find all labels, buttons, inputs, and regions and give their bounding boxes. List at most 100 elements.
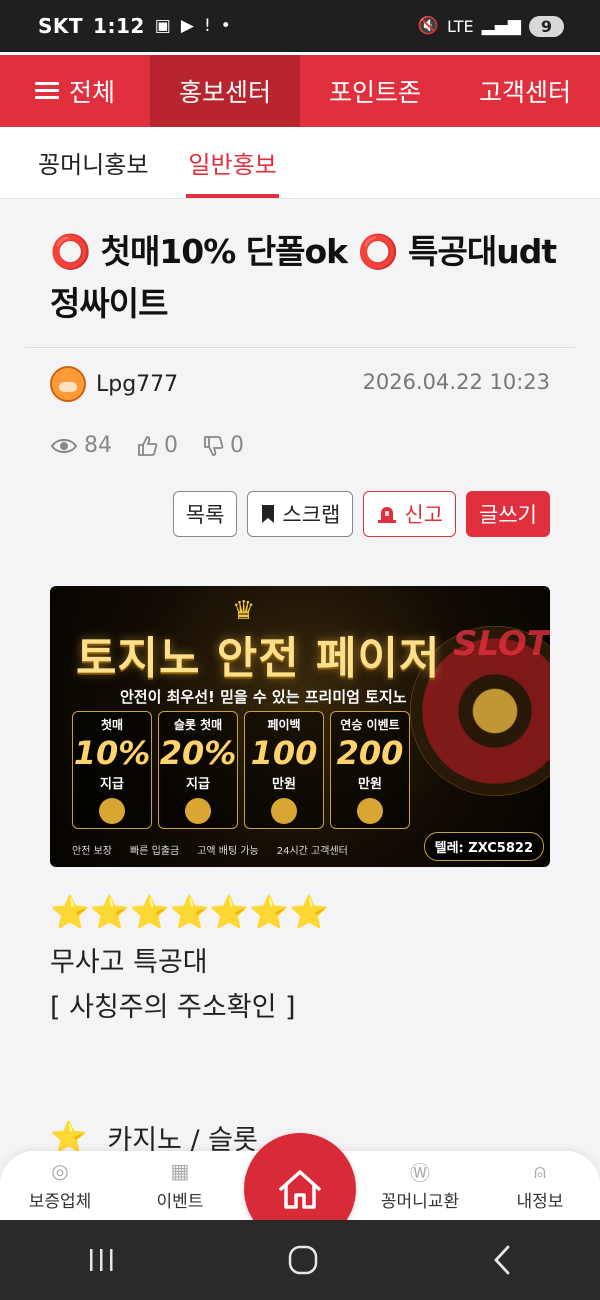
nav-customer-center[interactable]: 고객센터 (450, 55, 600, 127)
tab-money-exchange[interactable]: Ⓦ 꽁머니교환 (360, 1151, 480, 1220)
bookmark-icon (262, 505, 275, 523)
tab-general-promo[interactable]: 일반홍보 (168, 127, 296, 198)
post-title: ⭕ 첫매10% 단폴ok ⭕ 특공대udt 정싸이트 (50, 232, 557, 323)
promo-card-label: 슬롯 첫매 (173, 718, 223, 732)
banner-subtitle: 안전이 최우선! 믿을 수 있는 프리미엄 토지노 (120, 688, 407, 706)
post-stats: 84 0 0 (50, 433, 244, 458)
feature-item: 안전 보장 (72, 846, 112, 857)
badge-icon: ◎ (51, 1159, 69, 1183)
author-info[interactable]: Lpg777 (50, 366, 178, 402)
report-button-label: 신고 (404, 503, 444, 527)
eye-icon (50, 438, 78, 453)
trophy-icon (357, 798, 383, 824)
promo-card-label: 연승 이벤트 (340, 718, 400, 732)
status-bar: SKT 1:12 ▣ ▶ ! • 🔇 LTE ▂▄▆ 9 (0, 0, 600, 52)
home-circle-icon[interactable] (287, 1244, 319, 1276)
tab-money-exchange-label: 꽁머니교환 (380, 1192, 460, 1212)
promo-card-value: 10% (73, 734, 151, 772)
telegram-contact: 텔레: ZXC5822 (423, 832, 544, 861)
content-line-2: [ 사칭주의 주소확인 ] (50, 992, 296, 1023)
main-nav: 전체 홍보센터 포인트존 고객센터 (0, 55, 600, 127)
promo-card: 슬롯 첫매 20% 지급 (158, 711, 238, 829)
tab-events-label: 이벤트 (156, 1192, 204, 1212)
promo-card-label: 첫매 (100, 718, 124, 732)
post-date: 2026.04.22 10:23 (362, 370, 550, 394)
banner-title: 토지노 안전 페이저 (76, 633, 441, 684)
nav-all[interactable]: 전체 (0, 55, 150, 127)
star-icon: ⭐ (50, 1120, 88, 1155)
nav-point-zone[interactable]: 포인트존 (300, 55, 450, 127)
post-actions: 목록 스크랩 신고 글쓰기 (172, 491, 550, 537)
list-button-label: 목록 (185, 503, 225, 527)
nav-all-label: 전체 (68, 78, 115, 107)
thumbs-up-icon (138, 435, 158, 456)
tab-verified-companies[interactable]: ◎ 보증업체 (0, 1151, 120, 1220)
avatar (50, 366, 86, 402)
screenshot-icon: ▣ (154, 15, 171, 36)
banner-promo-cards: 첫매 10% 지급 슬롯 첫매 20% 지급 페이백 100 만원 연승 이벤트… (72, 711, 410, 829)
slot-machine-icon (185, 798, 211, 824)
author-name: Lpg777 (96, 371, 179, 397)
back-icon[interactable] (490, 1244, 514, 1276)
mute-icon: 🔇 (417, 15, 440, 36)
promo-banner-image[interactable]: ♛ 토지노 안전 페이저 SLOT 안전이 최우선! 믿을 수 있는 프리미엄 … (50, 586, 550, 867)
content-line-1: 무사고 특공대 (50, 947, 208, 978)
tab-free-money-promo[interactable]: 꽁머니홍보 (18, 127, 168, 198)
tab-verified-companies-label: 보증업체 (28, 1192, 92, 1212)
report-button[interactable]: 신고 (363, 491, 457, 537)
recents-icon[interactable] (86, 1246, 116, 1274)
feature-item: 고액 배팅 가능 (197, 846, 259, 857)
feature-item: 빠른 입출금 (129, 846, 180, 857)
tab-my-info[interactable]: ⍝ 내정보 (480, 1151, 600, 1220)
battery-badge: 9 (528, 15, 564, 37)
dot-icon: • (220, 15, 231, 36)
youtube-icon: ▶ (180, 15, 194, 36)
gift-icon: ▦ (170, 1159, 190, 1183)
list-button[interactable]: 목록 (172, 491, 238, 537)
title-divider (25, 347, 575, 348)
promo-card-value: 200 (336, 734, 404, 772)
feature-item: 24시간 고객센터 (276, 846, 348, 857)
won-coin-icon: Ⓦ (410, 1160, 430, 1185)
alert-icon: ! (203, 15, 211, 36)
promo-card: 페이백 100 만원 (244, 711, 324, 829)
views-count: 84 (84, 433, 112, 458)
system-nav-bar (0, 1220, 600, 1300)
promo-card: 연승 이벤트 200 만원 (330, 711, 410, 829)
banner-features: 안전 보장 빠른 입출금 고액 배팅 가능 24시간 고객센터 (72, 842, 348, 857)
nav-point-zone-label: 포인트존 (328, 78, 421, 107)
nav-customer-center-label: 고객센터 (478, 78, 571, 107)
dislikes-count: 0 (230, 433, 244, 458)
menu-icon (34, 82, 59, 100)
home-icon (279, 1170, 321, 1209)
write-button[interactable]: 글쓰기 (466, 491, 550, 537)
rating-stars: ⭐⭐⭐⭐⭐⭐⭐ (50, 893, 329, 931)
user-icon: ⍝ (534, 1159, 546, 1183)
banner-watermark: SLOT (452, 624, 550, 664)
dislike-button[interactable]: 0 (202, 433, 244, 458)
thumbs-down-icon (204, 435, 224, 456)
sub-nav: 꽁머니홍보 일반홍보 (0, 127, 600, 199)
signal-icon: ▂▄▆ (481, 15, 521, 36)
clock: 1:12 (93, 14, 145, 38)
promo-card-unit: 지급 (100, 777, 124, 792)
promo-card-label: 페이백 (267, 718, 301, 732)
write-button-label: 글쓰기 (479, 503, 537, 527)
nav-promo-center-label: 홍보센터 (178, 78, 271, 107)
promo-card-value: 20% (159, 734, 237, 772)
carrier-label: SKT (38, 14, 84, 38)
scrap-button-label: 스크랩 (282, 503, 341, 527)
promo-card-value: 100 (250, 734, 318, 772)
likes-count: 0 (164, 433, 178, 458)
tab-events[interactable]: ▦ 이벤트 (120, 1151, 240, 1220)
nav-promo-center[interactable]: 홍보센터 (150, 55, 300, 127)
promo-card: 첫매 10% 지급 (72, 711, 152, 829)
scrap-button[interactable]: 스크랩 (247, 491, 354, 537)
tab-my-info-label: 내정보 (516, 1192, 564, 1212)
siren-icon (378, 507, 397, 523)
coin-icon (99, 798, 125, 824)
promo-card-unit: 만원 (358, 777, 382, 792)
promo-card-unit: 지급 (186, 777, 210, 792)
like-button[interactable]: 0 (136, 433, 178, 458)
views-stat: 84 (50, 433, 112, 458)
